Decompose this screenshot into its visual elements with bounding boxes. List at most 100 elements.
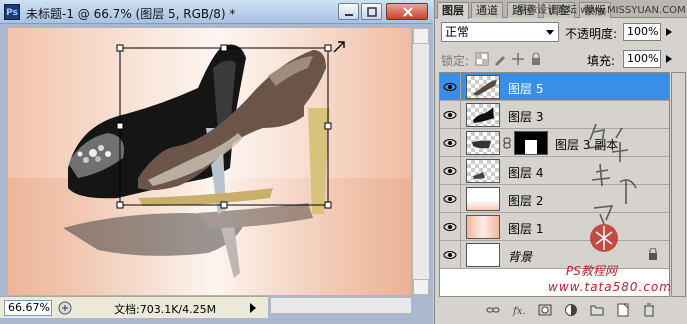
shoe-image [63,41,345,278]
group-folder-icon[interactable] [589,302,605,318]
layer-name: 图层 3 副本 [555,138,619,152]
lock-label: 锁定: [441,54,470,68]
layer-row-3-copy[interactable]: 图层 3 副本 [440,129,669,157]
shoe-reflection [63,203,313,278]
new-layer-icon[interactable] [615,302,631,318]
visibility-eye-icon[interactable] [443,80,457,94]
blend-row: 正常 不透明度: 100% [435,22,687,44]
mask-shape-icon [525,140,537,154]
minimize-button[interactable] [338,3,359,20]
svg-text:fx.: fx. [512,306,526,317]
opacity-label: 不透明度: [565,27,618,41]
layer-name: 图层 1 [508,222,544,236]
layer-thumbnail [466,243,500,267]
layer-name: 图层 2 [508,194,544,208]
layer-row-1[interactable]: 图层 1 [440,213,669,241]
eye-separator [460,73,461,101]
eye-separator [460,241,461,269]
eye-separator [460,101,461,129]
fill-field[interactable]: 100% [623,50,661,68]
visibility-eye-icon[interactable] [443,220,457,234]
add-mask-icon[interactable] [537,302,553,318]
gold-sole [138,188,273,206]
fill-label: 填充: [587,54,616,68]
layer-list: 图层 5 图层 3 图层 3 副本 图层 4 图层 2 图层 1 背景 [439,72,670,297]
eye-separator [460,185,461,213]
layer-thumbnail [466,131,500,155]
link-layers-icon[interactable] [485,302,501,318]
opacity-slider-toggle-icon[interactable] [663,23,675,41]
close-button[interactable] [386,3,428,20]
layer-row-2[interactable]: 图层 2 [440,185,669,213]
lock-position-move-icon[interactable] [511,52,525,66]
visibility-eye-icon[interactable] [443,164,457,178]
visibility-eye-icon[interactable] [443,192,457,206]
mask-link-chain-icon[interactable] [503,137,511,149]
visibility-eye-icon[interactable] [443,248,457,262]
layer-row-4[interactable]: 图层 4 [440,157,669,185]
layer-name: 图层 4 [508,166,544,180]
fill-slider-toggle-icon[interactable] [663,50,675,68]
layer-thumbnail [466,103,500,127]
zoom-level-field[interactable]: 66.67% [4,300,52,316]
trash-icon[interactable] [641,302,657,318]
document-title: 未标题-1 @ 66.7% (图层 5, RGB/8) * [26,7,236,21]
layer-row-3[interactable]: 图层 3 [440,101,669,129]
small-shoe-thumbnail-icon [473,172,485,179]
chevron-down-icon [546,30,554,35]
forum-watermark: 思缘设计论坛 www.MISSYUAN.COM [517,5,686,16]
lock-pixels-brush-icon[interactable] [493,52,507,66]
layer-name: 图层 3 [508,110,544,124]
opacity-field[interactable]: 100% [623,23,661,41]
snakeskin-shoe-thumbnail-icon [473,80,497,96]
image-canvas[interactable] [8,28,411,295]
eye-separator [460,129,461,157]
layer-name: 背景 [508,250,533,264]
tab-channels[interactable]: 通道 [471,2,503,18]
layer-thumbnail [466,159,500,183]
photoshop-logo-icon: Ps [4,4,20,20]
layer-thumbnail [466,215,500,239]
status-menu-arrow-icon[interactable] [250,303,256,313]
lock-row: 锁定: 填充: 100% [435,48,687,70]
layer-row-5[interactable]: 图层 5 [440,73,669,101]
site-url-watermark: www.tata580.com [548,280,672,294]
document-size-info: 文档:703.1K/4.25M [114,303,217,316]
black-shoe-thumbnail-icon [473,107,494,123]
maximize-icon [367,7,377,17]
minimize-icon [345,14,353,16]
lock-all-icon[interactable] [529,52,543,66]
layer-thumbnail [466,75,500,99]
blend-mode-value: 正常 [445,25,470,39]
reflection-thumbnail-icon [472,140,491,149]
scroll-up-arrow[interactable] [413,28,429,44]
tab-layers[interactable]: 图层 [437,2,469,19]
panel-tab-strip: 图层 通道 路径 调整 蒙版 思缘设计论坛 www.MISSYUAN.COM [435,0,687,19]
layer-list-scrollbar[interactable] [671,72,686,297]
blend-mode-select[interactable]: 正常 [441,22,559,42]
layer-name: 图层 5 [508,82,544,96]
ps-tutorial-watermark: PS教程网 [566,264,617,278]
status-info-icon[interactable] [57,300,73,316]
document-window: Ps 未标题-1 @ 66.7% (图层 5, RGB/8) * 66.67% … [0,0,433,324]
scroll-down-arrow[interactable] [413,279,429,295]
document-title-bar[interactable]: Ps 未标题-1 @ 66.7% (图层 5, RGB/8) * [0,0,433,24]
layer-panel-bottom-bar: fx. [435,300,687,320]
canvas-vertical-scrollbar[interactable] [412,28,429,295]
layer-thumbnail [466,187,500,211]
fx-icon[interactable]: fx. [511,302,527,318]
visibility-eye-icon[interactable] [443,108,457,122]
background-lock-icon [649,248,657,260]
document-status-bar: 66.67% 文档:703.1K/4.25M [0,296,268,318]
layer-row-background[interactable]: 背景 [440,241,669,269]
layers-panel: 图层 通道 路径 调整 蒙版 思缘设计论坛 www.MISSYUAN.COM 正… [434,0,687,324]
canvas-horizontal-scrollbar[interactable] [270,297,412,314]
adjustment-layer-icon[interactable] [563,302,579,318]
eye-separator [460,213,461,241]
eye-separator [460,157,461,185]
visibility-eye-icon[interactable] [443,136,457,150]
lock-transparency-icon[interactable] [475,52,489,66]
layer-mask-thumbnail[interactable] [514,131,548,155]
maximize-button[interactable] [361,3,382,20]
close-icon [403,7,413,17]
